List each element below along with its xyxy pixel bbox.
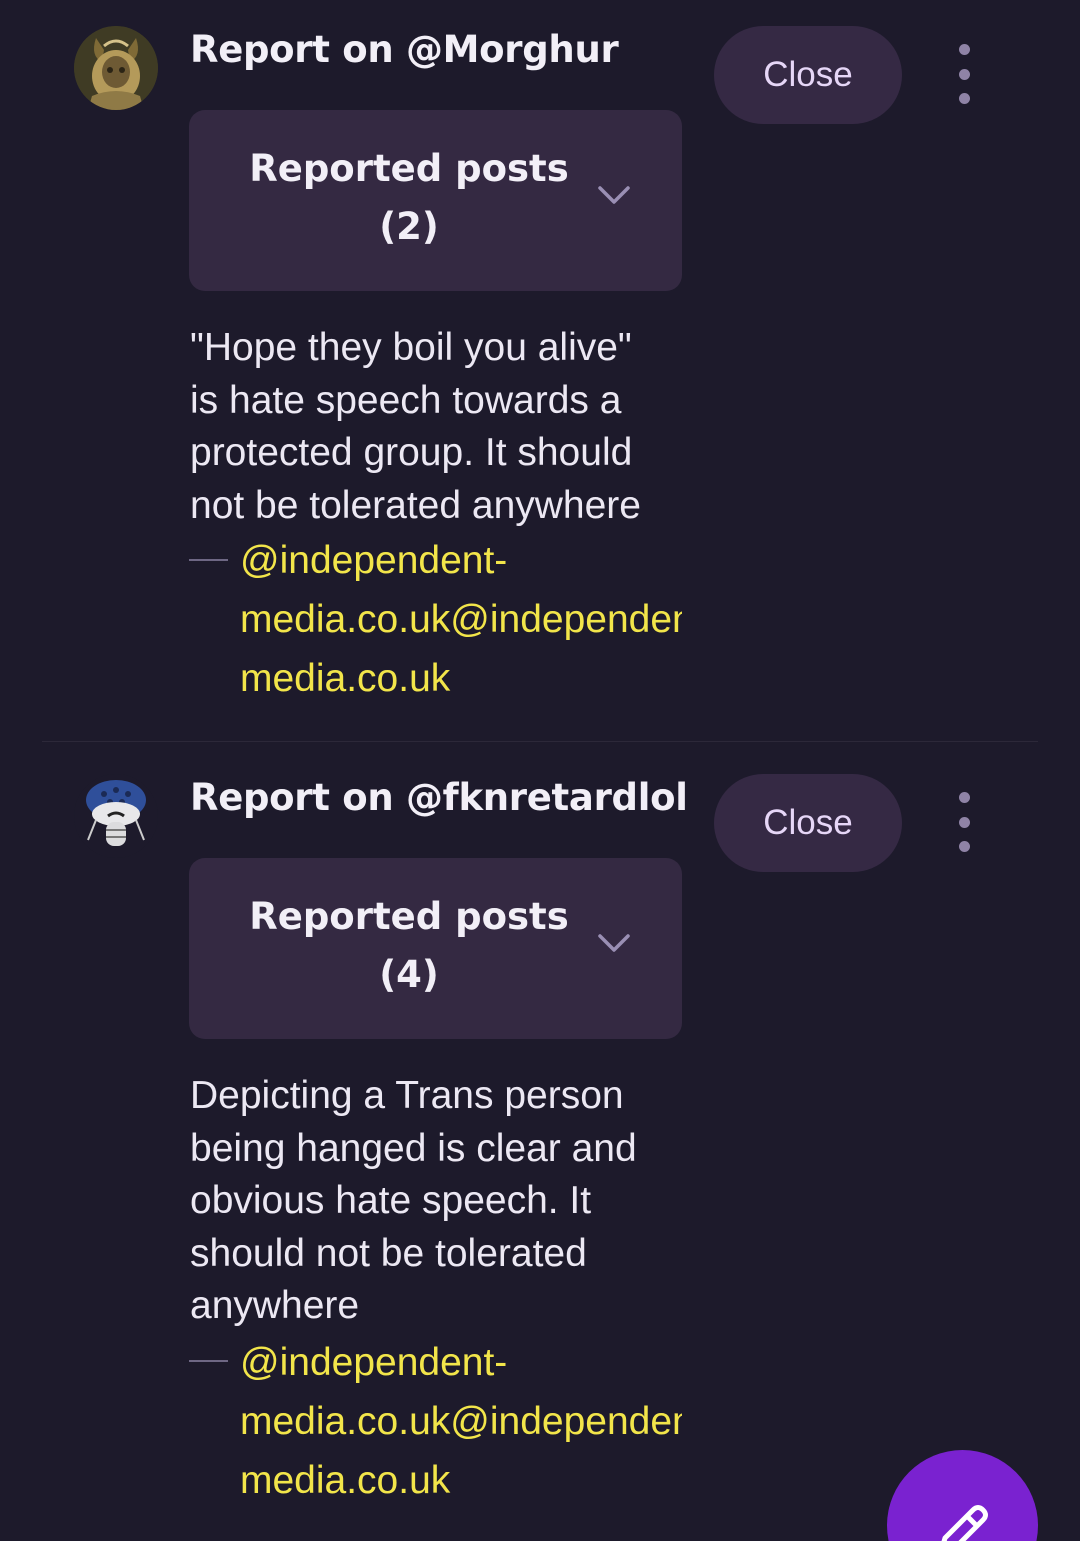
reporter-line: media.co.uk [240, 657, 451, 700]
report-reason: Depicting a Trans person being hanged is… [190, 1070, 690, 1333]
reported-posts-toggle[interactable]: Reported posts (2) [189, 110, 682, 291]
report-reason: "Hope they boil you alive" is hate speec… [190, 322, 690, 532]
report-reason-line: anywhere [190, 1284, 360, 1327]
reported-posts-text: Reported posts [249, 147, 569, 190]
chevron-down-icon [598, 934, 630, 952]
reported-posts-count: (2) [379, 205, 439, 248]
reporter-link[interactable]: @independent- media.co.uk@independent- m… [240, 531, 682, 708]
more-vertical-icon-dot [958, 816, 970, 828]
more-vertical-icon-dot [958, 93, 970, 104]
reporter-line: @independent- [240, 1341, 508, 1384]
report-item: Report on @fknretardlol Close Reported p… [0, 742, 1080, 1541]
reporter-link[interactable]: @independent- media.co.uk@independent- m… [240, 1333, 682, 1510]
more-vertical-icon [958, 792, 970, 803]
report-reason-line: is hate speech towards a [190, 378, 622, 422]
avatar[interactable] [74, 774, 158, 858]
report-reason-line: being hanged is clear and [190, 1126, 637, 1170]
report-reason-line: Depicting a Trans person [190, 1074, 624, 1117]
pencil-icon [941, 1505, 988, 1541]
reported-posts-toggle[interactable]: Reported posts (4) [189, 858, 682, 1039]
more-vertical-icon-dot [958, 68, 970, 80]
report-title: Report on @fknretardlol [190, 776, 688, 819]
report-reason-line: obvious hate speech. It [190, 1179, 592, 1222]
reporter-dash [189, 559, 228, 561]
report-reason-line: should not be tolerated [190, 1231, 587, 1275]
reported-posts-text: Reported posts [249, 895, 569, 938]
more-options-button[interactable] [944, 44, 984, 104]
more-options-button[interactable] [944, 792, 984, 852]
report-item: Report on @Morghur Close Reported posts … [0, 0, 1080, 741]
reporter-line: media.co.uk [240, 1459, 451, 1502]
more-vertical-icon [958, 44, 970, 55]
reporter-dash [189, 1360, 228, 1362]
moderation-reports-page: Report on @Morghur Close Reported posts … [0, 0, 1080, 1541]
reporter-line: media.co.uk@independent- [240, 598, 682, 641]
more-vertical-icon-dot [958, 841, 970, 852]
report-reason-line: protected group. It should [190, 431, 633, 474]
report-reason-line: not be tolerated anywhere [190, 483, 641, 527]
report-title: Report on @Morghur [190, 28, 619, 71]
reported-posts-label: Reported posts (4) [219, 888, 599, 1004]
chevron-down-icon [598, 186, 630, 204]
close-report-button[interactable]: Close [714, 774, 902, 872]
avatar[interactable] [74, 26, 158, 110]
reporter-line: @independent- [240, 539, 508, 582]
reported-posts-label: Reported posts (2) [219, 140, 599, 256]
close-report-button[interactable]: Close [714, 26, 902, 124]
reporter-line: media.co.uk@independent- [240, 1400, 682, 1443]
report-reason-line: "Hope they boil you alive" [190, 326, 632, 369]
reported-posts-count: (4) [379, 953, 439, 996]
